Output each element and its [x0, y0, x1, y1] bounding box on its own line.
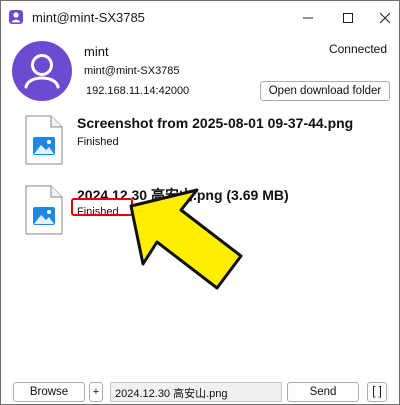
avatar	[12, 41, 72, 101]
file-name: Screenshot from 2025-08-01 09-37-44.png	[77, 115, 354, 131]
open-download-folder-button[interactable]: Open download folder	[260, 81, 390, 101]
close-icon	[379, 12, 391, 24]
minimize-button[interactable]	[291, 1, 325, 35]
maximize-button[interactable]	[331, 1, 365, 35]
bottom-bar: Browse + 2024.12.30 高安山.png Send [ ]	[1, 375, 399, 404]
app-window: mint@mint-SX3785 mint mint@mint-SX3785 1…	[0, 0, 400, 405]
close-button[interactable]	[368, 1, 399, 35]
connection-status: Connected	[328, 42, 387, 56]
image-file-icon	[25, 115, 63, 165]
peer-host: mint@mint-SX3785	[84, 65, 180, 77]
minimize-icon	[303, 17, 313, 19]
user-icon	[24, 54, 60, 89]
browse-button[interactable]: Browse	[13, 382, 85, 402]
window-title: mint@mint-SX3785	[32, 10, 145, 25]
peer-name: mint	[84, 44, 109, 59]
extra-button[interactable]: [ ]	[367, 382, 387, 402]
peer-ip-address: 192.168.11.14:42000	[86, 85, 190, 97]
send-button[interactable]: Send	[287, 382, 359, 402]
title-bar[interactable]: mint@mint-SX3785	[1, 1, 399, 35]
file-status: Finished	[77, 136, 119, 148]
list-item[interactable]: Screenshot from 2025-08-01 09-37-44.png …	[1, 109, 399, 179]
maximize-icon	[343, 13, 353, 23]
add-button[interactable]: +	[89, 382, 103, 402]
annotation-arrow-icon	[129, 188, 243, 290]
selected-file-field[interactable]: 2024.12.30 高安山.png	[110, 382, 282, 402]
app-icon	[9, 10, 23, 24]
image-file-icon	[25, 185, 63, 235]
